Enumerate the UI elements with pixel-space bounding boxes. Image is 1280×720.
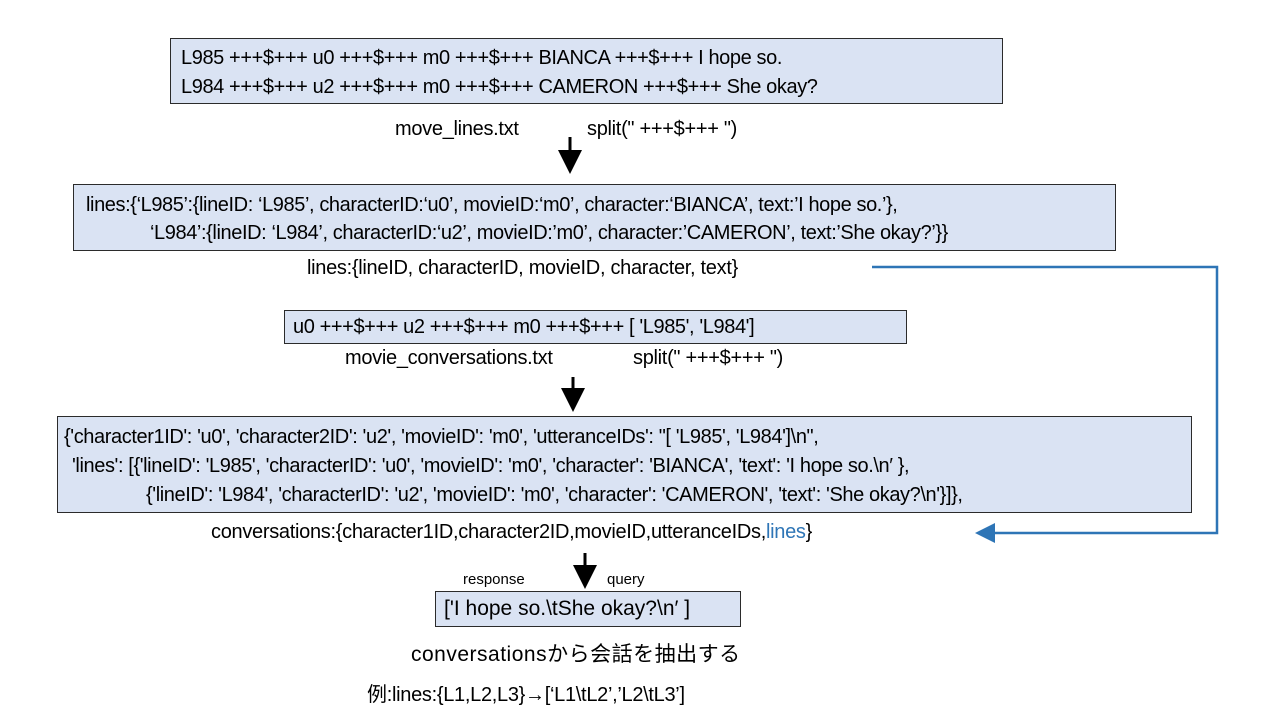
example: 例:lines:{L1,L2,L3}→[‘L1\tL2’,’L2\tL3’] (367, 684, 685, 706)
move-lines-filename: move_lines.txt (395, 118, 519, 140)
raw-line: L985 +++$+++ u0 +++$+++ m0 +++$+++ BIANC… (181, 47, 782, 69)
conversations-schema: conversations:{character1ID,character2ID… (211, 521, 812, 544)
schema-lines-highlight: lines (766, 521, 806, 543)
raw-conversation: u0 +++$+++ u2 +++$+++ m0 +++$+++ [ 'L985… (293, 316, 755, 338)
raw-line: L984 +++$+++ u2 +++$+++ m0 +++$+++ CAMER… (181, 76, 818, 98)
conversation-dict-box: {'character1ID': 'u0', 'character2ID': '… (57, 416, 1192, 513)
caption: conversationsから会話を抽出する (411, 643, 741, 666)
conv-line: {'lineID': 'L984', 'characterID': 'u2', … (146, 484, 963, 506)
schema-suffix: } (805, 521, 813, 543)
raw-conversation-box: u0 +++$+++ u2 +++$+++ m0 +++$+++ [ 'L985… (284, 310, 907, 344)
split-op-2: split(" +++$+++ ") (633, 347, 784, 369)
split-op-1: split(" +++$+++ ") (587, 118, 738, 140)
result-text: ['I hope so.\tShe okay?\n′ ] (444, 597, 691, 620)
raw-lines-box: L985 +++$+++ u0 +++$+++ m0 +++$+++ BIANC… (170, 38, 1003, 104)
dict-line: lines:{‘L985’:{lineID: ‘L985’, character… (86, 194, 898, 216)
lines-dict-box: lines:{‘L985’:{lineID: ‘L985’, character… (73, 184, 1116, 251)
lines-schema: lines:{lineID, characterID, movieID, cha… (307, 257, 738, 279)
conv-line: 'lines': [{'lineID': 'L985', 'characterI… (72, 455, 910, 477)
query-label: query (607, 571, 645, 588)
dict-line: ‘L984’:{lineID: ‘L984’, characterID:‘u2’… (150, 222, 948, 244)
result-box: ['I hope so.\tShe okay?\n′ ] (435, 591, 741, 627)
response-label: response (463, 571, 525, 588)
movie-conversations-filename: movie_conversations.txt (345, 347, 553, 369)
schema-prefix: conversations:{character1ID,character2ID… (211, 521, 766, 543)
conv-line: {'character1ID': 'u0', 'character2ID': '… (64, 426, 819, 448)
